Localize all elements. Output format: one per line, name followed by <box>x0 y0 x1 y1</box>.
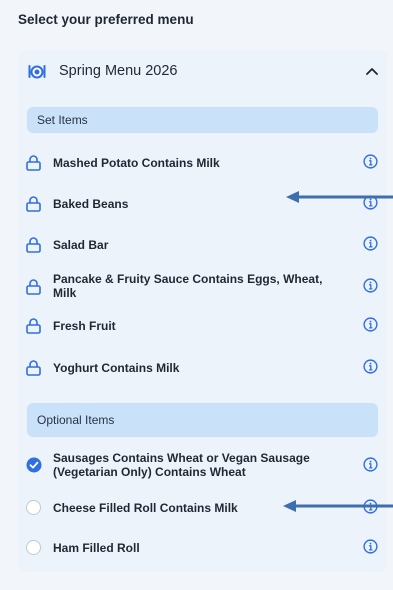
lock-icon <box>26 360 41 376</box>
chevron-up-icon[interactable] <box>366 67 378 75</box>
check-circle-icon[interactable] <box>26 457 42 473</box>
annotation-arrow <box>286 191 393 203</box>
set-item-row: Yoghurt Contains Milk <box>18 355 387 379</box>
empty-radio-icon[interactable] <box>26 500 41 515</box>
set-item-row: Salad Bar <box>18 232 387 256</box>
info-icon[interactable] <box>363 154 378 169</box>
lock-icon <box>26 318 41 334</box>
lock-icon <box>26 155 41 171</box>
info-icon[interactable] <box>363 236 378 251</box>
info-icon[interactable] <box>363 539 378 554</box>
optional-item-label: Ham Filled Roll <box>53 541 140 555</box>
set-item-row: Fresh Fruit <box>18 313 387 337</box>
set-item-label: Mashed Potato Contains Milk <box>53 156 220 170</box>
cutlery-plate-icon <box>28 65 46 79</box>
lock-icon <box>26 237 41 253</box>
section-header-optional-items: Optional Items <box>27 403 378 437</box>
optional-item-label: Sausages Contains Wheat or Vegan Sausage… <box>53 451 310 479</box>
menu-title: Spring Menu 2026 <box>59 63 178 79</box>
set-item-row: Mashed Potato Contains Milk <box>18 150 387 174</box>
menu-header[interactable]: Spring Menu 2026 <box>18 50 387 94</box>
info-icon[interactable] <box>363 278 378 293</box>
section-header-set-items: Set Items <box>27 107 378 133</box>
lock-icon <box>26 279 41 295</box>
annotation-arrow <box>283 500 393 512</box>
empty-radio-icon[interactable] <box>26 540 41 555</box>
set-item-label: Yoghurt Contains Milk <box>53 361 180 375</box>
info-icon[interactable] <box>363 359 378 374</box>
info-icon[interactable] <box>363 457 378 472</box>
set-item-row: Pancake & Fruity Sauce Contains Eggs, Wh… <box>18 269 387 303</box>
set-item-label: Salad Bar <box>53 238 109 252</box>
set-item-label: Pancake & Fruity Sauce Contains Eggs, Wh… <box>53 272 323 300</box>
optional-item-row[interactable]: Sausages Contains Wheat or Vegan Sausage… <box>18 448 387 482</box>
optional-item-row[interactable]: Ham Filled Roll <box>18 535 387 559</box>
info-icon[interactable] <box>363 317 378 332</box>
set-item-label: Fresh Fruit <box>53 319 116 333</box>
page-title: Select your preferred menu <box>18 12 194 27</box>
menu-card: Spring Menu 2026 Set Items Mashed Potato… <box>18 50 387 572</box>
lock-icon <box>26 196 41 212</box>
